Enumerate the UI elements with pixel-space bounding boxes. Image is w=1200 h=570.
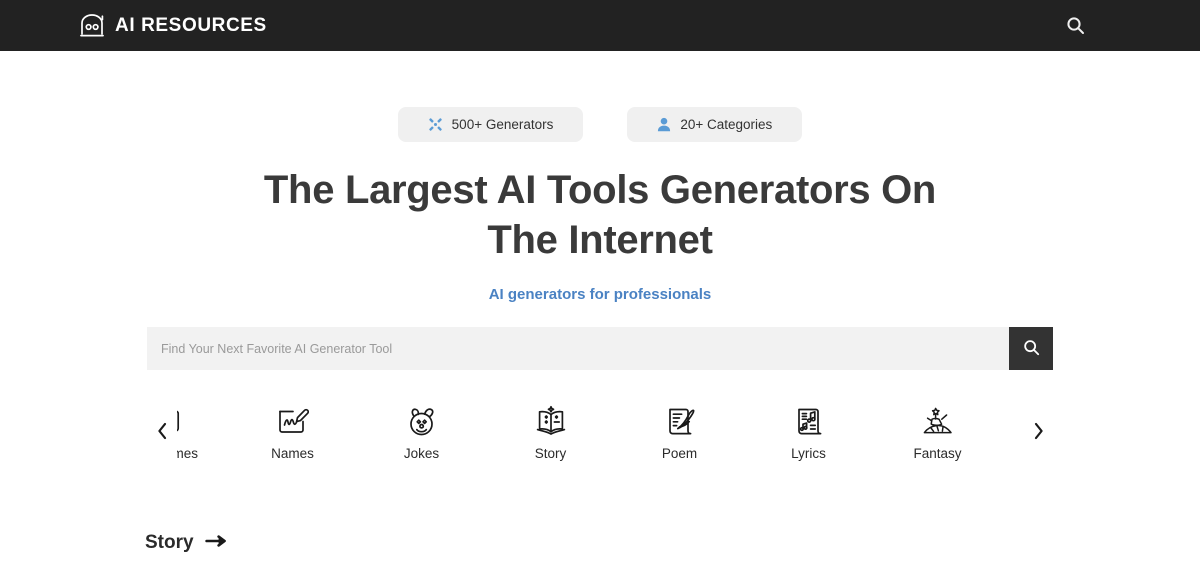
search-icon[interactable] (1062, 13, 1088, 39)
category-label: Names (271, 446, 314, 461)
open-book-icon (536, 405, 566, 437)
carousel-strip: Usernames Names (177, 394, 1002, 472)
page-title: The Largest AI Tools Generators On The I… (220, 170, 980, 260)
hero-badges: 500+ Generators 20+ Categories (0, 107, 1200, 142)
page-subtitle: AI generators for professionals (488, 286, 712, 303)
badge-generators-label: 500+ Generators (451, 117, 554, 132)
search-bar (147, 327, 1053, 370)
category-item-fantasy[interactable]: Fantasy (873, 394, 1002, 472)
id-card-icon (177, 405, 180, 437)
category-label: Usernames (177, 446, 199, 461)
category-item-names[interactable]: Names (228, 394, 357, 472)
badge-categories-label: 20+ Categories (680, 117, 773, 132)
brand-name: AI RESOURCES (115, 14, 267, 36)
search-input[interactable] (147, 327, 1009, 370)
carousel-track[interactable]: Usernames Names (177, 394, 1023, 472)
category-item-jokes[interactable]: Jokes (357, 394, 486, 472)
knight-icon (922, 405, 954, 437)
page-title-line-2: The Internet (487, 218, 713, 262)
chevron-right-icon (1032, 421, 1045, 446)
section-title: Story (145, 532, 194, 553)
tools-icon (428, 117, 443, 132)
hamburger-menu-icon[interactable] (1112, 13, 1134, 39)
robot-head-icon (78, 13, 106, 39)
header-actions (1062, 13, 1134, 39)
quill-scroll-icon (665, 405, 695, 437)
category-label: Poem (661, 446, 698, 461)
story-section-header[interactable]: Story (145, 532, 1055, 554)
category-label: Lyrics (791, 446, 826, 461)
badge-generators[interactable]: 500+ Generators (397, 107, 584, 142)
arrow-right-icon[interactable] (204, 534, 227, 553)
category-carousel: Usernames Names (147, 394, 1053, 472)
search-icon (1023, 339, 1040, 359)
signature-icon (277, 405, 309, 437)
badge-categories[interactable]: 20+ Categories (627, 107, 803, 142)
category-item-usernames[interactable]: Usernames (177, 394, 228, 472)
page-title-line-1: The Largest AI Tools Generators On (263, 168, 937, 212)
category-label: Jokes (403, 446, 440, 461)
category-label: Story (534, 446, 567, 461)
category-item-poem[interactable]: Poem (615, 394, 744, 472)
brand-logo[interactable]: AI RESOURCES (78, 13, 267, 39)
category-item-story[interactable]: Story (486, 394, 615, 472)
music-sheet-icon (795, 405, 823, 437)
hero-section: 500+ Generators 20+ Categories The Large… (0, 51, 1200, 472)
category-label: Fantasy (913, 446, 962, 461)
category-item-lyrics[interactable]: Lyrics (744, 394, 873, 472)
chevron-left-icon (156, 421, 169, 446)
clown-face-icon (406, 405, 437, 437)
person-icon (657, 117, 671, 132)
search-submit-button[interactable] (1009, 327, 1053, 370)
carousel-prev-button[interactable] (147, 421, 177, 446)
carousel-next-button[interactable] (1023, 421, 1053, 446)
story-section: Story (145, 532, 1055, 570)
site-header: AI RESOURCES (0, 0, 1200, 51)
